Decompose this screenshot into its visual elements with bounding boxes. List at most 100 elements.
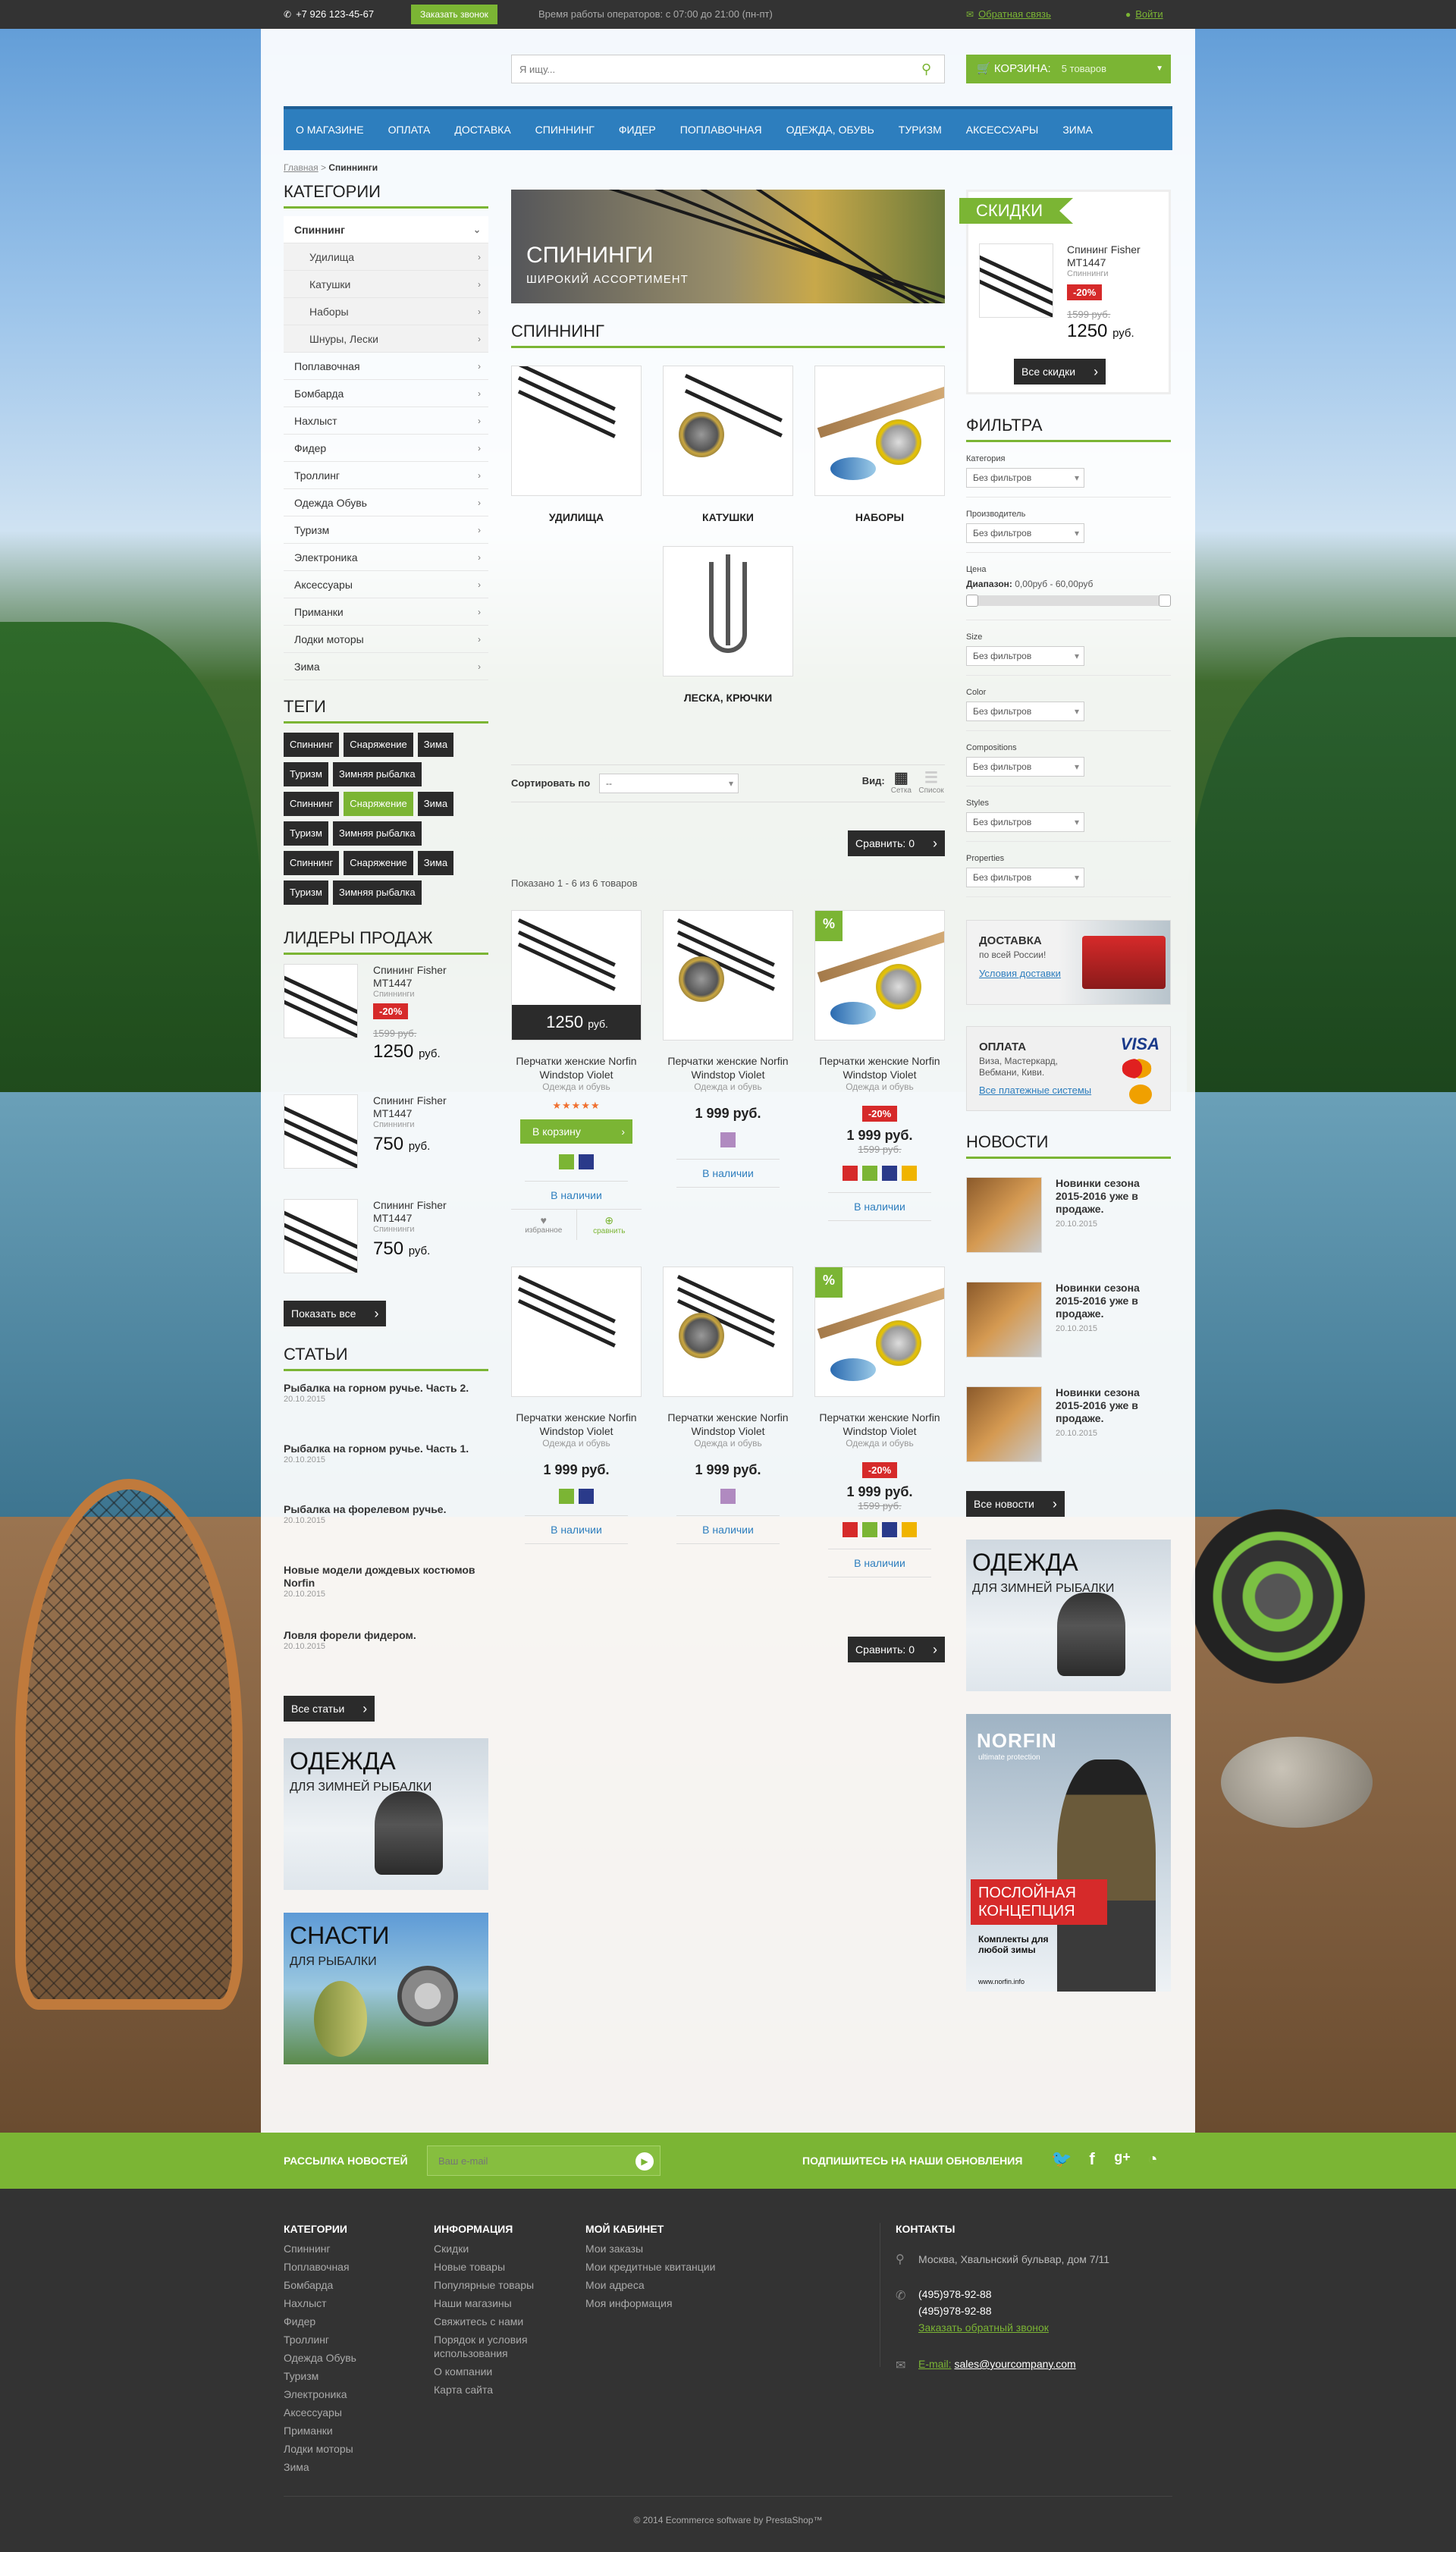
tag-button[interactable]: Снаряжение [344, 851, 413, 875]
color-swatch[interactable] [862, 1522, 877, 1537]
news-image[interactable] [966, 1282, 1042, 1358]
nav-item[interactable]: ОПЛАТА [376, 109, 443, 150]
product-name[interactable]: Перчатки женские Norfin Windstop Violet [663, 1054, 793, 1081]
color-swatch[interactable] [559, 1154, 574, 1169]
article-title[interactable]: Рыбалка на горном ручье. Часть 1. [284, 1442, 488, 1455]
grid-view-button[interactable]: ▦ Сетка [887, 770, 915, 795]
color-swatch[interactable] [862, 1166, 877, 1181]
subcategory-sets[interactable]: НАБОРЫ [814, 366, 945, 532]
callback-link[interactable]: Заказать обратный звонок [918, 2321, 1049, 2334]
news-title[interactable]: Новинки сезона 2015-2016 уже в продаже. [1056, 1386, 1169, 1425]
tag-button[interactable]: Зимняя рыбалка [332, 762, 422, 786]
google-plus-icon[interactable]: g+ [1112, 2149, 1133, 2165]
availability-link[interactable]: В наличии [525, 1181, 628, 1210]
product-name[interactable]: Перчатки женские Norfin Windstop Violet [511, 1054, 642, 1081]
availability-link[interactable]: В наличии [676, 1515, 780, 1544]
search-icon[interactable]: ⚲ [921, 61, 937, 77]
subcategory-item[interactable]: Удилища › [284, 243, 488, 271]
category-item[interactable]: Нахлыст › [284, 407, 488, 435]
color-swatch[interactable] [720, 1132, 736, 1147]
email-link[interactable]: sales@yourcompany.com [954, 2358, 1075, 2370]
availability-link[interactable]: В наличии [525, 1515, 628, 1544]
compare-button-top[interactable]: Сравнить: 0 [848, 830, 945, 856]
news-image[interactable] [966, 1386, 1042, 1462]
footer-link[interactable]: Новые товары [434, 2258, 570, 2276]
subcategory-item[interactable]: Шнуры, Лески › [284, 325, 488, 353]
news-title[interactable]: Новинки сезона 2015-2016 уже в продаже. [1056, 1282, 1169, 1320]
breadcrumb-home[interactable]: Главная [284, 162, 318, 173]
availability-link[interactable]: В наличии [828, 1549, 931, 1577]
color-swatch[interactable] [559, 1489, 574, 1504]
footer-link[interactable]: Мои адреса [585, 2276, 730, 2294]
category-item-active[interactable]: Спиннинг ⌄ [284, 216, 488, 243]
subcategory-item[interactable]: Наборы › [284, 298, 488, 325]
tag-button[interactable]: Зимняя рыбалка [332, 821, 422, 846]
color-swatch[interactable] [579, 1489, 594, 1504]
category-item[interactable]: Электроника › [284, 544, 488, 571]
newsletter-email-input[interactable] [428, 2146, 625, 2175]
subcategory-lines-hooks[interactable]: ЛЕСКА, КРЮЧКИ [663, 546, 793, 713]
footer-link[interactable]: Приманки [284, 2422, 428, 2440]
product-name[interactable]: Перчатки женские Norfin Windstop Violet [511, 1411, 642, 1438]
footer-link[interactable]: Свяжитесь с нами [434, 2312, 570, 2331]
footer-link[interactable]: Нахлыст [284, 2294, 428, 2312]
product-image[interactable]: 1250 руб. [511, 910, 642, 1041]
color-swatch[interactable] [902, 1522, 917, 1537]
availability-link[interactable]: В наличии [676, 1159, 780, 1188]
nav-item[interactable]: ЗИМА [1050, 109, 1105, 150]
tag-button[interactable]: Спиннинг [284, 792, 340, 816]
nav-item[interactable]: ДОСТАВКА [442, 109, 522, 150]
availability-link[interactable]: В наличии [828, 1192, 931, 1221]
tag-button[interactable]: Зима [417, 851, 454, 875]
category-item[interactable]: Зима › [284, 653, 488, 680]
color-swatch[interactable] [902, 1166, 917, 1181]
tag-button[interactable]: Туризм [284, 821, 328, 846]
discount-product-image[interactable] [979, 243, 1053, 318]
product-image[interactable] [663, 910, 793, 1041]
banner-winter-clothing[interactable]: ОДЕЖДА ДЛЯ ЗИМНЕЙ РЫБАЛКИ [284, 1738, 488, 1890]
news-title[interactable]: Новинки сезона 2015-2016 уже в продаже. [1056, 1177, 1169, 1216]
sort-select[interactable]: -- [599, 774, 739, 793]
product-name[interactable]: Перчатки женские Norfin Windstop Violet [814, 1054, 945, 1081]
product-image[interactable]: % [814, 910, 945, 1041]
article-item[interactable]: Ловля форели фидером. 20.10.2015 [284, 1629, 488, 1690]
article-item[interactable]: Новые модели дождевых костюмов Norfin 20.… [284, 1564, 488, 1629]
footer-link[interactable]: Спиннинг [284, 2240, 428, 2258]
category-item[interactable]: Приманки › [284, 598, 488, 626]
tag-button[interactable]: Снаряжение [344, 792, 413, 816]
nav-item[interactable]: ПОПЛАВОЧНАЯ [668, 109, 774, 150]
product-name[interactable]: Перчатки женские Norfin Windstop Violet [814, 1411, 945, 1438]
footer-link[interactable]: Мои заказы [585, 2240, 730, 2258]
footer-link[interactable]: Аксессуары [284, 2403, 428, 2422]
article-title[interactable]: Рыбалка на форелевом ручье. [284, 1503, 488, 1516]
footer-link[interactable]: Поплавочная [284, 2258, 428, 2276]
filter-select[interactable]: Без фильтров [966, 868, 1084, 887]
subcategory-item[interactable]: Катушки › [284, 271, 488, 298]
category-item[interactable]: Одежда Обувь › [284, 489, 488, 516]
category-item[interactable]: Аксессуары › [284, 571, 488, 598]
footer-link[interactable]: Наши магазины [434, 2294, 570, 2312]
color-swatch[interactable] [720, 1489, 736, 1504]
tag-button[interactable]: Туризм [284, 880, 328, 905]
tag-button[interactable]: Зима [417, 733, 454, 757]
footer-link[interactable]: Порядок и условия использования [434, 2333, 570, 2360]
product-image[interactable]: % [814, 1267, 945, 1397]
tag-button[interactable]: Спиннинг [284, 851, 340, 875]
twitter-icon[interactable]: 🐦 [1051, 2149, 1072, 2169]
color-swatch[interactable] [882, 1522, 897, 1537]
submit-arrow-icon[interactable]: ▶ [635, 2152, 654, 2171]
color-swatch[interactable] [882, 1166, 897, 1181]
tag-button[interactable]: Зимняя рыбалка [332, 880, 422, 905]
slider-min-handle[interactable] [966, 595, 978, 607]
footer-link[interactable]: О компании [434, 2362, 570, 2381]
filter-select[interactable]: Без фильтров [966, 757, 1084, 777]
footer-link[interactable]: Троллинг [284, 2331, 428, 2349]
payment-systems-link[interactable]: Все платежные системы [979, 1085, 1091, 1096]
nav-item[interactable]: ФИДЕР [607, 109, 668, 150]
list-view-button[interactable]: ☰ Список [918, 770, 945, 795]
color-swatch[interactable] [579, 1154, 594, 1169]
filter-select[interactable]: Без фильтров [966, 702, 1084, 721]
category-item[interactable]: Фидер › [284, 435, 488, 462]
show-all-button[interactable]: Показать все [284, 1301, 387, 1326]
color-swatch[interactable] [843, 1522, 858, 1537]
